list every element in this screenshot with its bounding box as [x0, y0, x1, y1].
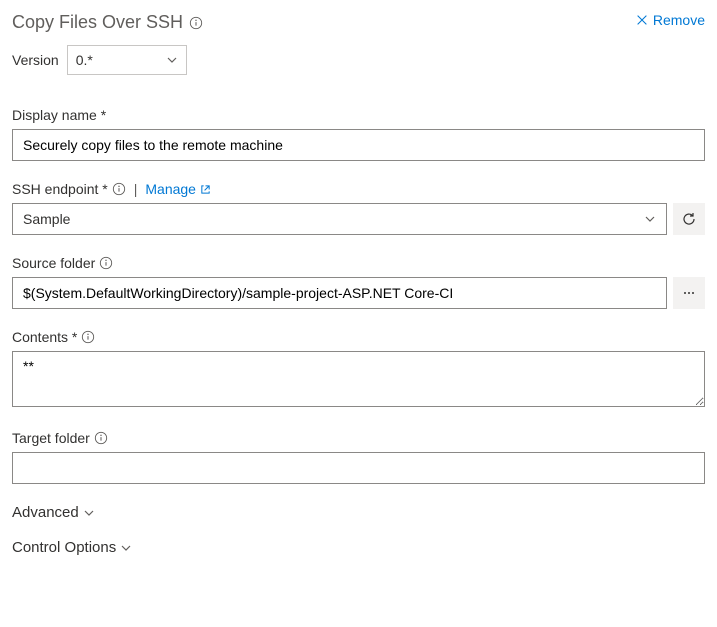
source-folder-label: Source folder: [12, 255, 95, 271]
display-name-label: Display name *: [12, 107, 106, 123]
contents-label: Contents *: [12, 329, 77, 345]
info-icon[interactable]: [112, 182, 126, 196]
contents-textarea[interactable]: [12, 351, 705, 407]
info-icon[interactable]: [94, 431, 108, 445]
browse-button[interactable]: [673, 277, 705, 309]
info-icon[interactable]: [189, 16, 203, 30]
close-icon: [635, 13, 649, 27]
version-label: Version: [12, 52, 59, 68]
source-folder-input[interactable]: [12, 277, 667, 309]
ssh-endpoint-select[interactable]: Sample: [12, 203, 667, 235]
ssh-endpoint-value: Sample: [23, 211, 70, 227]
refresh-icon: [681, 211, 697, 227]
remove-button[interactable]: Remove: [635, 12, 705, 28]
target-folder-input[interactable]: [12, 452, 705, 484]
ssh-endpoint-label: SSH endpoint *: [12, 181, 108, 197]
manage-label: Manage: [145, 181, 196, 197]
chevron-down-icon: [120, 542, 132, 554]
manage-link[interactable]: Manage: [145, 181, 211, 197]
chevron-down-icon: [644, 213, 656, 225]
refresh-button[interactable]: [673, 203, 705, 235]
task-title-text: Copy Files Over SSH: [12, 12, 183, 33]
advanced-section-toggle[interactable]: Advanced: [12, 504, 705, 521]
external-link-icon: [200, 184, 211, 195]
task-title: Copy Files Over SSH: [12, 12, 203, 33]
target-folder-label: Target folder: [12, 430, 90, 446]
display-name-input[interactable]: [12, 129, 705, 161]
separator: |: [134, 181, 138, 197]
version-select[interactable]: 0.*: [67, 45, 187, 75]
chevron-down-icon: [166, 54, 178, 66]
control-options-label: Control Options: [12, 539, 116, 556]
ellipsis-icon: [681, 285, 697, 301]
info-icon[interactable]: [81, 330, 95, 344]
version-value: 0.*: [76, 52, 93, 68]
remove-label: Remove: [653, 12, 705, 28]
control-options-section-toggle[interactable]: Control Options: [12, 539, 705, 556]
info-icon[interactable]: [99, 256, 113, 270]
advanced-label: Advanced: [12, 504, 79, 521]
chevron-down-icon: [83, 507, 95, 519]
